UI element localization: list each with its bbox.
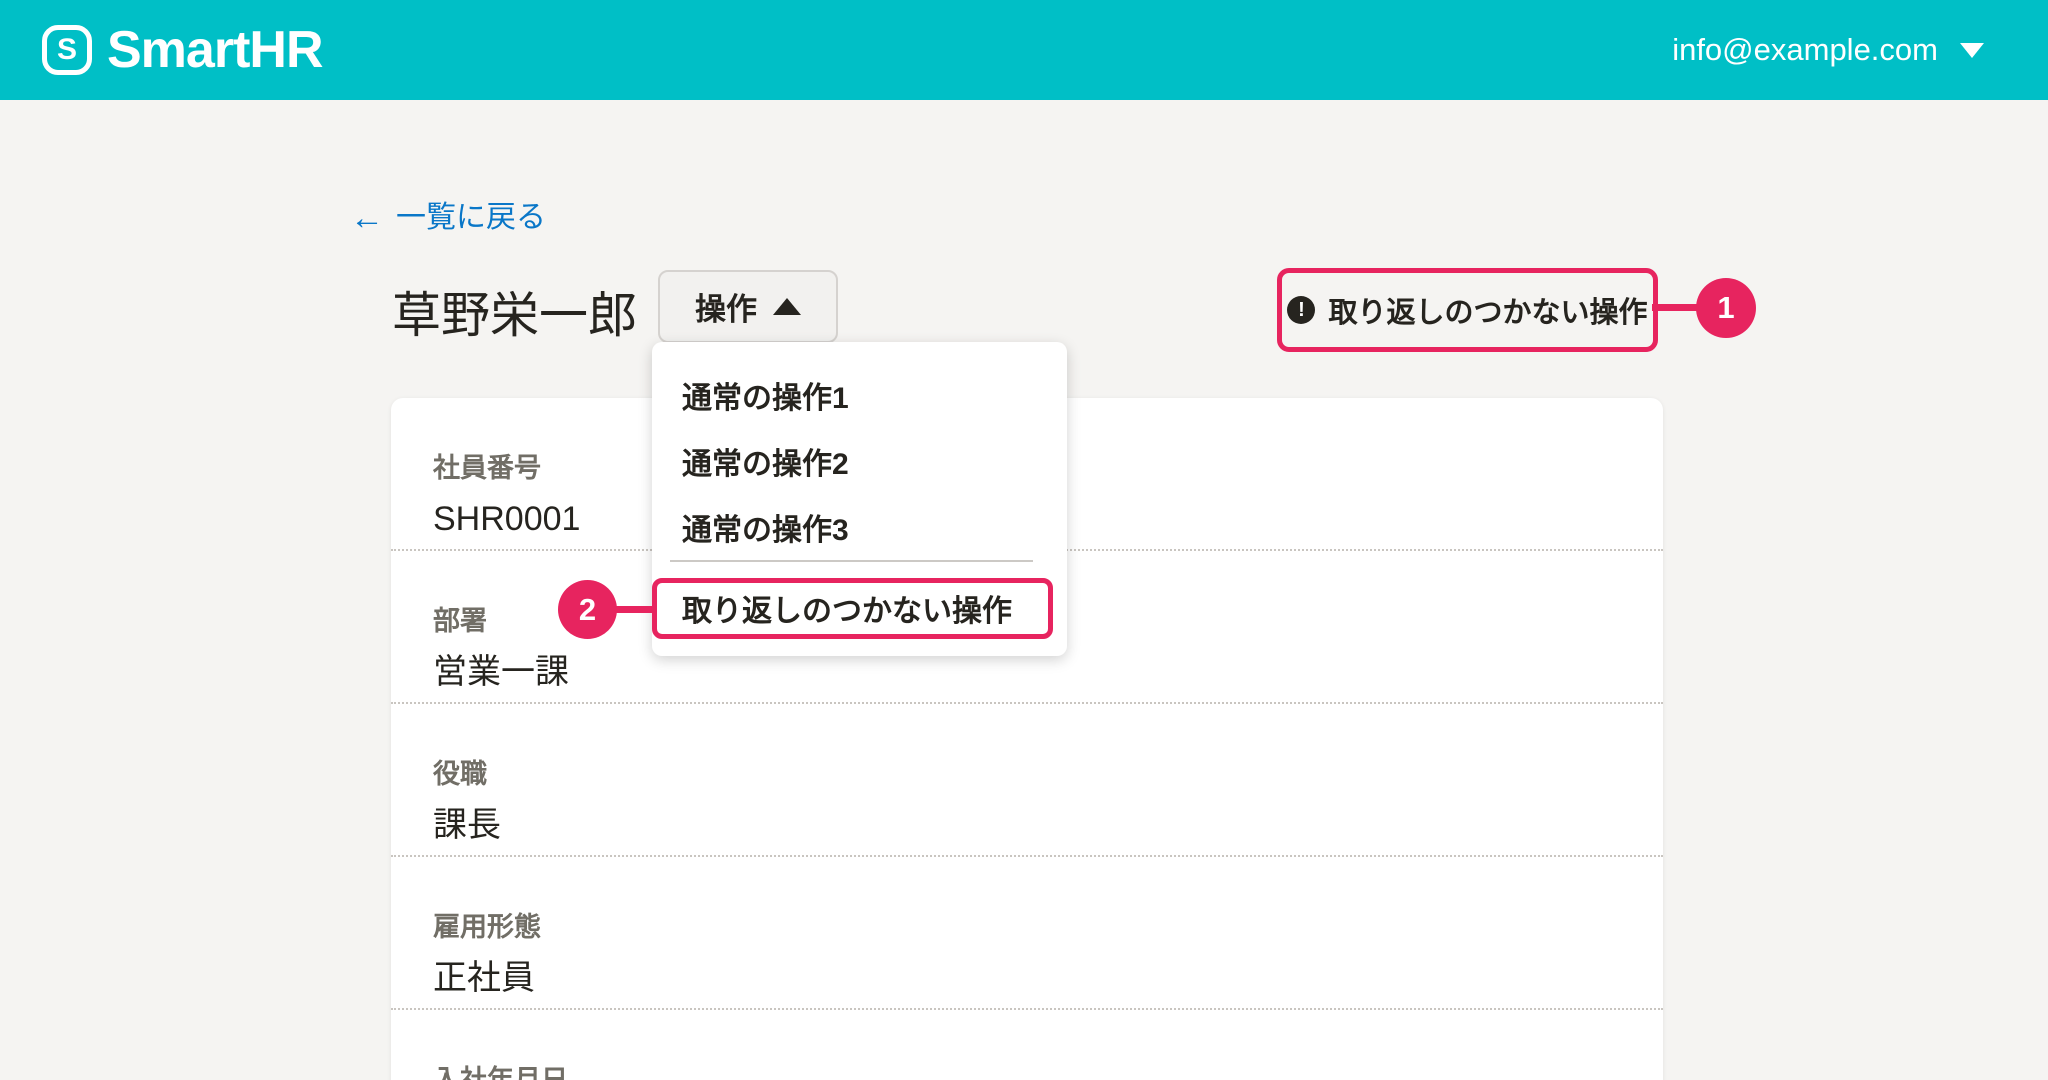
chevron-down-icon (1960, 43, 1984, 58)
operations-dropdown-button[interactable]: 操作 (658, 270, 838, 343)
operations-button-label: 操作 (695, 284, 757, 329)
field-label: 入社年月日 (433, 1066, 1663, 1080)
caution-label: 取り返しのつかない操作 (1328, 289, 1647, 331)
field-value: 課長 (433, 807, 1663, 844)
account-menu[interactable]: info@example.com (1672, 32, 1984, 68)
field-label: 役職 (433, 760, 1663, 790)
page-title: 草野栄一郎 (392, 276, 637, 347)
brand-name: SmartHR (107, 20, 323, 80)
arrow-left-icon: ← (350, 201, 384, 235)
back-to-list-link[interactable]: ← 一覧に戻る (350, 200, 546, 236)
dropdown-menu-item-irreversible[interactable]: 取り返しのつかない操作 (652, 562, 1067, 654)
logo-letter: S (57, 35, 77, 65)
dropdown-menu-item[interactable]: 通常の操作2 (652, 428, 1067, 494)
back-link-label: 一覧に戻る (396, 200, 546, 236)
operations-dropdown-menu: 通常の操作1 通常の操作2 通常の操作3 取り返しのつかない操作 (652, 342, 1067, 656)
account-email: info@example.com (1672, 32, 1938, 68)
dropdown-normal-items: 通常の操作1 通常の操作2 通常の操作3 (652, 362, 1067, 560)
annotation-marker-1: 1 (1696, 278, 1756, 338)
profile-field-row: 雇用形態 正社員 (391, 857, 1663, 1010)
smarthr-logo-icon: S (42, 25, 92, 75)
app-header: S SmartHR info@example.com (0, 0, 2048, 100)
profile-field-row: 入社年月日 (391, 1010, 1663, 1080)
field-value: 営業一課 (433, 654, 1663, 691)
profile-field-row: 役職 課長 (391, 704, 1663, 857)
exclamation-icon: ! (1287, 296, 1315, 324)
irreversible-operation-caution: ! 取り返しのつかない操作 (1277, 268, 1658, 352)
smarthr-employee-detail-page: S SmartHR info@example.com ← 一覧に戻る 草野栄一郎… (0, 0, 2048, 1080)
annotation-connector-1 (1652, 304, 1700, 311)
field-value: 正社員 (433, 960, 1663, 997)
smarthr-logo: S SmartHR (42, 20, 323, 80)
chevron-up-icon (773, 298, 801, 315)
dropdown-menu-item[interactable]: 通常の操作3 (652, 494, 1067, 560)
dropdown-menu-item[interactable]: 通常の操作1 (652, 362, 1067, 428)
field-label: 雇用形態 (433, 913, 1663, 943)
